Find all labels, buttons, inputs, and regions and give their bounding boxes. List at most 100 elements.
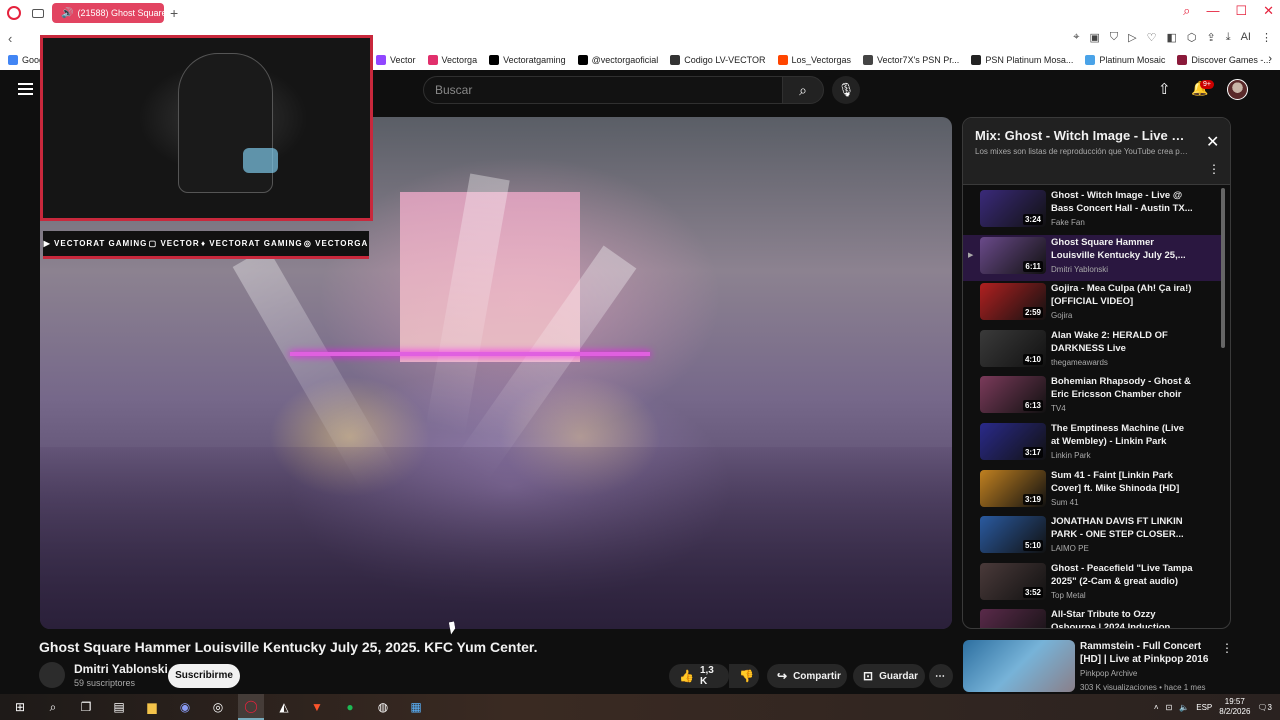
recommended-thumbnail[interactable] xyxy=(963,640,1075,692)
search-input[interactable]: Buscar xyxy=(423,76,783,104)
mix-title[interactable]: Mix: Ghost - Witch Image - Live @... xyxy=(975,128,1190,143)
playlist-thumbnail[interactable]: 2:59 xyxy=(980,283,1046,321)
subscribe-button[interactable]: Suscribirme xyxy=(168,664,240,688)
playlist-thumbnail[interactable]: 3:19 xyxy=(980,469,1046,507)
playlist-thumbnail[interactable]: 4:10 xyxy=(980,329,1046,367)
search-icon[interactable]: ⌕ xyxy=(40,694,66,720)
steam-icon[interactable]: ◎ xyxy=(205,694,231,720)
playlist-item[interactable]: 6:13 Bohemian Rhapsody - Ghost & Eric Eri… xyxy=(963,374,1222,421)
bookmark-item[interactable]: PSN Platinum Mosa... xyxy=(971,55,1073,65)
extension-icon[interactable]: ◧ xyxy=(1166,31,1176,44)
system-tray: ˄ ⊡ 🔈 ESP 19:57 8/2/2026 🗨3 xyxy=(1154,694,1272,720)
hamburger-menu-icon[interactable] xyxy=(18,83,33,95)
search-button[interactable]: ⌕ xyxy=(782,76,824,104)
shield-icon[interactable]: ⛉ xyxy=(1110,31,1118,44)
app-icon[interactable]: ▦ xyxy=(403,694,429,720)
puzzle-icon[interactable]: ⬡ xyxy=(1187,31,1197,44)
obs-icon[interactable]: ◍ xyxy=(370,694,396,720)
upload-icon[interactable]: ⇧ xyxy=(1158,80,1171,98)
menu-dots-icon[interactable]: ⋮ xyxy=(1261,31,1272,44)
windows-start-icon[interactable]: ⊞ xyxy=(7,694,33,720)
social-label: ▶ VECTORAT GAMING xyxy=(43,239,148,248)
bookmark-item[interactable]: @vectorgaoficial xyxy=(577,55,658,65)
minimize-button[interactable]: — xyxy=(1206,3,1219,19)
playlist-thumbnail[interactable]: 6:11 xyxy=(980,236,1046,274)
bookmarks-overflow-icon[interactable]: › xyxy=(1268,53,1272,65)
playlist-item[interactable]: 3:17 The Emptiness Machine (Live at Wembl… xyxy=(963,421,1222,468)
like-button[interactable]: 👍 1,3 K xyxy=(669,664,729,688)
brave-icon[interactable]: ▼ xyxy=(304,694,330,720)
playlist-thumbnail[interactable]: 3:17 xyxy=(980,422,1046,460)
channel-avatar[interactable] xyxy=(39,662,65,688)
share-button[interactable]: ↪ Compartir xyxy=(767,664,847,688)
bookmark-item[interactable]: Discover Games -... xyxy=(1177,55,1271,65)
language-indicator[interactable]: ESP xyxy=(1196,703,1212,712)
bookmark-item[interactable]: Vectorga xyxy=(427,55,477,65)
playlist-item[interactable]: 3:24 Ghost - Witch Image - Live @ Bass Co… xyxy=(963,188,1222,235)
save-button[interactable]: ⊡ Guardar xyxy=(853,664,925,688)
spotify-icon[interactable]: ● xyxy=(337,694,363,720)
duration-badge: 2:59 xyxy=(1022,307,1043,319)
microphone-icon[interactable]: 🎙 xyxy=(832,76,860,104)
playlist-item[interactable]: 2:59 Gojira - Mea Culpa (Ah! Ça ira!) [OF… xyxy=(963,281,1222,328)
recommended-title[interactable]: Rammstein - Full Concert [HD] | Live at … xyxy=(1080,640,1215,666)
close-window-button[interactable]: ✕ xyxy=(1263,3,1274,19)
bookmark-item[interactable]: Los_Vectorgas xyxy=(777,55,851,65)
bookmark-item[interactable]: Vector7X's PSN Pr... xyxy=(863,55,959,65)
playlist-menu-icon[interactable]: ⋮ xyxy=(1208,162,1220,176)
maximize-button[interactable]: ☐ xyxy=(1235,3,1247,19)
back-arrow-icon[interactable]: ‹ xyxy=(8,31,12,46)
playlist-item[interactable]: ▶ 6:11 Ghost Square Hammer Louisville Kent… xyxy=(963,234,1222,282)
playlist-item[interactable]: 4:10 Alan Wake 2: HERALD OF DARKNESS Live… xyxy=(963,328,1222,375)
discord-icon[interactable]: ◉ xyxy=(172,694,198,720)
app-icon[interactable]: ◭ xyxy=(271,694,297,720)
share-icon[interactable]: ⇪ xyxy=(1207,31,1216,44)
playlist-item[interactable]: 5:10 JONATHAN DAVIS FT LINKIN PARK - ONE … xyxy=(963,514,1222,561)
channel-name[interactable]: Dmitri Yablonski xyxy=(74,662,168,676)
recommended-menu-icon[interactable]: ⋮ xyxy=(1221,641,1233,655)
active-tab[interactable]: 🔊 (21588) Ghost Square xyxy=(52,3,164,23)
bookmark-item[interactable]: Vectoratgaming xyxy=(489,55,566,65)
app-icon[interactable]: ▤ xyxy=(106,694,132,720)
opera-logo-icon[interactable] xyxy=(7,6,21,20)
more-actions-button[interactable]: ⋯ xyxy=(929,664,953,688)
playlist-item-title: The Emptiness Machine (Live at Wembley) … xyxy=(1051,422,1185,447)
playlist-item[interactable]: 3:19 Sum 41 - Faint [Linkin Park Cover] f… xyxy=(963,468,1222,515)
notification-center-icon[interactable]: 🗨3 xyxy=(1257,703,1272,712)
opera-icon[interactable]: ◯ xyxy=(238,694,264,720)
playlist-thumbnail[interactable] xyxy=(980,609,1046,628)
play-icon[interactable]: ▷ xyxy=(1128,31,1136,44)
close-icon[interactable]: ✕ xyxy=(1206,132,1219,152)
playlist-thumbnail[interactable]: 3:24 xyxy=(980,190,1046,227)
search-icon[interactable]: ⌕ xyxy=(1183,3,1190,19)
playlist-item[interactable]: All-Star Tribute to Ozzy Osbourne | 2024… xyxy=(963,607,1222,629)
new-tab-button[interactable]: + xyxy=(170,5,178,21)
playlist-item-title: Ghost - Witch Image - Live @ Bass Concer… xyxy=(1051,190,1193,214)
playlist-thumbnail[interactable]: 3:52 xyxy=(980,562,1046,600)
download-icon[interactable]: ⤓ xyxy=(1226,31,1231,44)
task-view-icon[interactable]: ❐ xyxy=(73,694,99,720)
bookmark-item[interactable]: Codigo LV-VECTOR xyxy=(670,55,766,65)
bookmark-item[interactable]: Vector xyxy=(376,55,416,65)
recommended-channel[interactable]: Pinkpop Archive xyxy=(1080,669,1137,678)
chevron-up-icon[interactable]: ˄ xyxy=(1154,703,1159,712)
heart-icon[interactable]: ♡ xyxy=(1147,31,1157,44)
camera-icon[interactable]: ▣ xyxy=(1089,31,1099,44)
volume-icon[interactable]: 🔈 xyxy=(1179,703,1189,712)
tab-switcher-icon[interactable] xyxy=(32,8,44,18)
dislike-button[interactable]: 👎 xyxy=(729,664,759,688)
playlist-item-title: Ghost Square Hammer Louisville Kentucky … xyxy=(1051,236,1186,261)
bookmark-item[interactable]: Platinum Mosaic xyxy=(1085,55,1165,65)
file-explorer-icon[interactable]: ▆ xyxy=(139,694,165,720)
playlist-item[interactable]: 3:52 Ghost - Peacefield "Live Tampa 2025"… xyxy=(963,561,1222,608)
playlist-item-title: All-Star Tribute to Ozzy Osbourne | 2024… xyxy=(1051,609,1171,629)
pin-icon[interactable]: ⌖ xyxy=(1073,31,1079,44)
network-icon[interactable]: ⊡ xyxy=(1166,703,1173,712)
user-avatar[interactable] xyxy=(1227,79,1248,100)
clock[interactable]: 19:57 8/2/2026 xyxy=(1219,697,1250,717)
ai-icon[interactable]: AI xyxy=(1241,31,1251,44)
playlist-thumbnail[interactable]: 5:10 xyxy=(980,516,1046,554)
playlist-thumbnail[interactable]: 6:13 xyxy=(980,376,1046,414)
share-arrow-icon: ↪ xyxy=(777,669,788,683)
scrollbar[interactable] xyxy=(1221,188,1225,348)
